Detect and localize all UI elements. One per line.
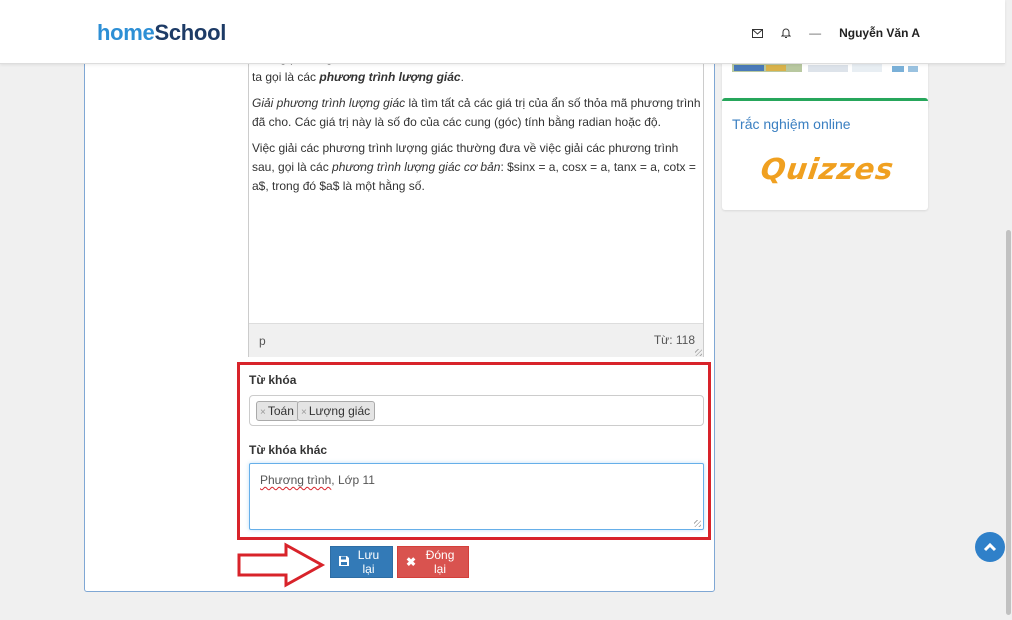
scroll-to-top-button[interactable] — [975, 532, 1005, 562]
online-quiz-title[interactable]: Trắc nghiệm online — [732, 116, 851, 132]
close-label: Đóng lại — [425, 548, 455, 576]
top-navbar: homeSchool — Nguyễn Văn A — [0, 0, 1005, 64]
textarea-resize-handle[interactable] — [694, 520, 701, 527]
editor-statusbar: p Từ: 118 — [249, 323, 703, 357]
keywords-tag-input[interactable]: × Toán × Lượng giác — [249, 395, 704, 426]
mail-icon[interactable] — [752, 28, 764, 38]
textarea-text: , Lớp 11 — [331, 473, 375, 487]
keywords-label: Từ khóa — [249, 373, 297, 387]
page-scrollbar[interactable] — [1005, 0, 1012, 620]
online-quiz-card: Trắc nghiệm online Quizzes — [722, 98, 928, 210]
editor-paragraph-2: Giải phương trình lượng giác là tìm tất … — [252, 94, 701, 132]
tag-remove-icon[interactable]: × — [260, 407, 266, 418]
element-path[interactable]: p — [259, 334, 266, 348]
x-icon: ✖ — [406, 555, 417, 569]
bell-icon[interactable] — [781, 27, 792, 39]
pointer-arrow-icon — [237, 542, 326, 588]
user-name[interactable]: Nguyễn Văn A — [839, 26, 920, 40]
logo-school-text: School — [154, 20, 227, 45]
editor-content[interactable]: những phương trình nào đó như $3sin2x + … — [249, 41, 703, 323]
editor-bold-text: phương trình lượng giác — [319, 70, 461, 84]
homeschool-logo[interactable]: homeSchool — [97, 20, 226, 46]
rich-text-editor[interactable]: những phương trình nào đó như $3sin2x + … — [248, 40, 704, 357]
logo-home-text: home — [97, 20, 155, 45]
tag-label: Toán — [267, 404, 294, 418]
tag-label: Lượng giác — [308, 404, 371, 418]
quizzes-logo[interactable]: Quizzes — [759, 152, 897, 186]
tag-remove-icon[interactable]: × — [301, 407, 307, 418]
other-keywords-textarea[interactable]: Phương trình, Lớp 11 — [249, 463, 704, 530]
tag-toan[interactable]: × Toán — [256, 401, 299, 421]
editor-resize-handle[interactable] — [695, 349, 702, 356]
tag-luong-giac[interactable]: × Lượng giác — [297, 401, 376, 421]
close-button[interactable]: ✖ Đóng lại — [397, 546, 469, 578]
textarea-spell-text: Phương trình — [260, 473, 332, 487]
editor-paragraph-3: Việc giải các phương trình lượng giác th… — [252, 139, 701, 196]
save-label: Lưu lại — [357, 548, 380, 576]
other-keywords-label: Từ khóa khác — [249, 443, 328, 457]
save-icon — [339, 555, 349, 569]
user-separator: — — [809, 26, 822, 40]
editor-italic-text: Giải phương trình lượng giác — [252, 96, 406, 110]
save-button[interactable]: Lưu lại — [330, 546, 393, 578]
scrollbar-thumb[interactable] — [1006, 230, 1011, 615]
editor-text: . — [460, 70, 464, 84]
chevron-up-icon — [983, 542, 997, 552]
user-menu: — Nguyễn Văn A — [752, 26, 920, 40]
editor-italic-text: phương trình lượng giác cơ bản — [332, 160, 501, 174]
word-count: Từ: 118 — [653, 333, 695, 347]
